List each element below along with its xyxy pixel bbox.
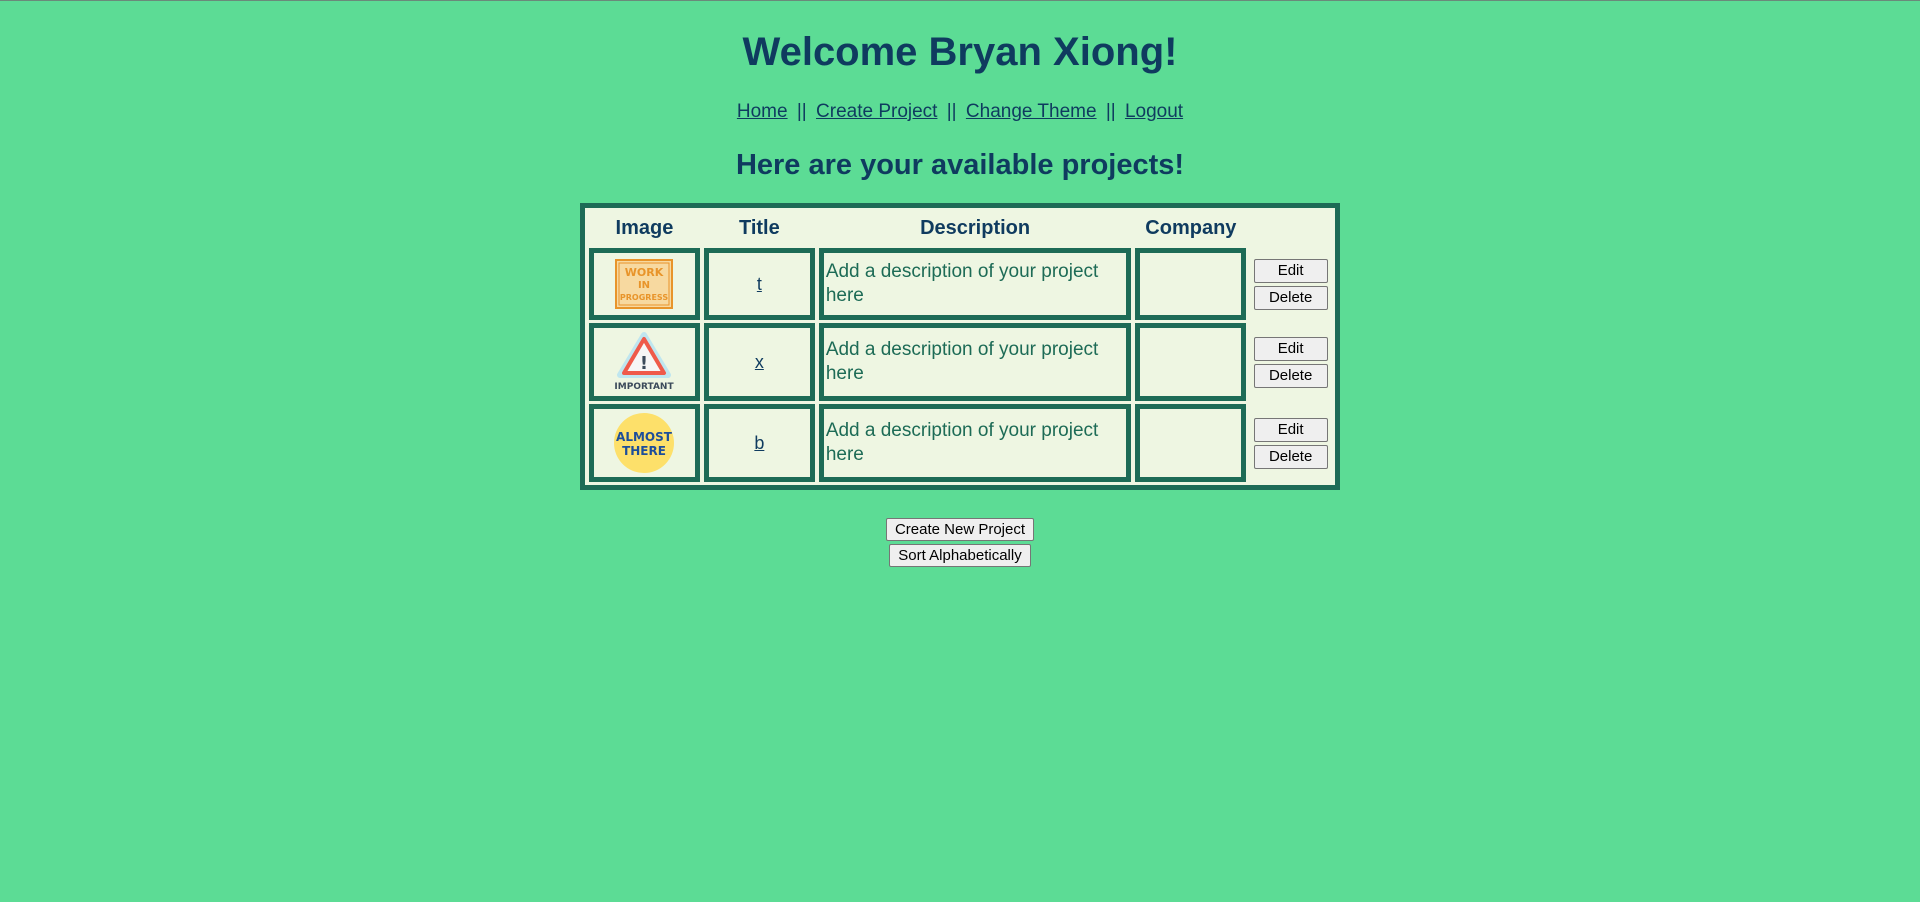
nav-separator: ||: [946, 101, 957, 122]
nav-logout-link[interactable]: Logout: [1125, 101, 1183, 122]
delete-button[interactable]: Delete: [1253, 285, 1328, 310]
project-image-cell: ! IMPORTANT: [589, 323, 700, 401]
projects-table: Image Title Description Company WORK IN …: [580, 203, 1340, 490]
svg-text:ALMOST: ALMOST: [617, 430, 674, 444]
delete-button[interactable]: Delete: [1253, 444, 1328, 469]
almost-there-badge-icon: ALMOST THERE: [594, 412, 695, 474]
project-company-cell: [1135, 323, 1247, 401]
sort-alphabetically-row: Sort Alphabetically: [0, 542, 1920, 568]
projects-table-wrapper: Image Title Description Company WORK IN …: [580, 203, 1340, 490]
edit-button[interactable]: Edit: [1253, 417, 1328, 442]
table-row: ALMOST THERE b Add a description of your…: [589, 404, 1331, 482]
nav-bar: Home || Create Project || Change Theme |…: [0, 101, 1920, 123]
project-title-cell: t: [703, 248, 815, 320]
project-description-cell: Add a description of your project here: [818, 323, 1132, 401]
column-header-actions: [1250, 211, 1331, 245]
project-description-cell: Add a description of your project here: [818, 404, 1132, 482]
sort-alphabetically-button[interactable]: Sort Alphabetically: [889, 544, 1031, 567]
project-company-cell: [1135, 248, 1247, 320]
table-header-row: Image Title Description Company: [589, 211, 1331, 245]
bottom-actions: Create New Project Sort Alphabetically: [0, 516, 1920, 568]
column-header-image: Image: [615, 216, 674, 239]
project-title-cell: b: [703, 404, 815, 482]
column-header-company: Company: [1145, 216, 1237, 239]
nav-separator: ||: [796, 101, 807, 122]
nav-separator: ||: [1105, 101, 1116, 122]
svg-text:!: !: [640, 353, 648, 374]
project-description: Add a description of your project here: [825, 420, 1099, 465]
edit-button[interactable]: Edit: [1253, 336, 1328, 361]
project-description: Add a description of your project here: [825, 339, 1099, 384]
table-row: ! IMPORTANT x Add a description of your …: [589, 323, 1331, 401]
nav-change-theme-link[interactable]: Change Theme: [966, 101, 1097, 122]
svg-text:PROGRESS: PROGRESS: [620, 293, 668, 302]
project-image-cell: ALMOST THERE: [589, 404, 700, 482]
project-title-link[interactable]: b: [754, 433, 764, 453]
svg-text:IN: IN: [638, 280, 650, 291]
project-actions-cell: Edit Delete: [1250, 404, 1331, 482]
delete-button[interactable]: Delete: [1253, 363, 1328, 388]
svg-text:IMPORTANT: IMPORTANT: [615, 382, 675, 392]
svg-text:WORK: WORK: [625, 266, 664, 279]
important-warning-badge-icon: ! IMPORTANT: [594, 331, 695, 393]
edit-button[interactable]: Edit: [1253, 258, 1328, 283]
projects-subtitle: Here are your available projects!: [735, 149, 1185, 181]
create-new-project-row: Create New Project: [0, 516, 1920, 542]
column-header-title: Title: [738, 216, 780, 239]
project-actions-cell: Edit Delete: [1250, 323, 1331, 401]
welcome-heading: Welcome Bryan Xiong!: [742, 30, 1178, 74]
project-title-cell: x: [703, 323, 815, 401]
project-actions-cell: Edit Delete: [1250, 248, 1331, 320]
create-new-project-button[interactable]: Create New Project: [885, 518, 1035, 541]
svg-text:THERE: THERE: [623, 444, 667, 458]
nav-create-project-link[interactable]: Create Project: [816, 101, 937, 122]
project-title-link[interactable]: x: [755, 352, 764, 372]
nav-home-link[interactable]: Home: [737, 101, 788, 122]
page: Welcome Bryan Xiong! Home || Create Proj…: [0, 1, 1920, 568]
work-in-progress-badge-icon: WORK IN PROGRESS: [594, 259, 695, 309]
project-title-link[interactable]: t: [757, 274, 762, 294]
project-image-cell: WORK IN PROGRESS: [589, 248, 700, 320]
table-row: WORK IN PROGRESS t Add a description of …: [589, 248, 1331, 320]
project-description: Add a description of your project here: [825, 261, 1099, 306]
project-company-cell: [1135, 404, 1247, 482]
column-header-description: Description: [920, 216, 1031, 239]
project-description-cell: Add a description of your project here: [818, 248, 1132, 320]
